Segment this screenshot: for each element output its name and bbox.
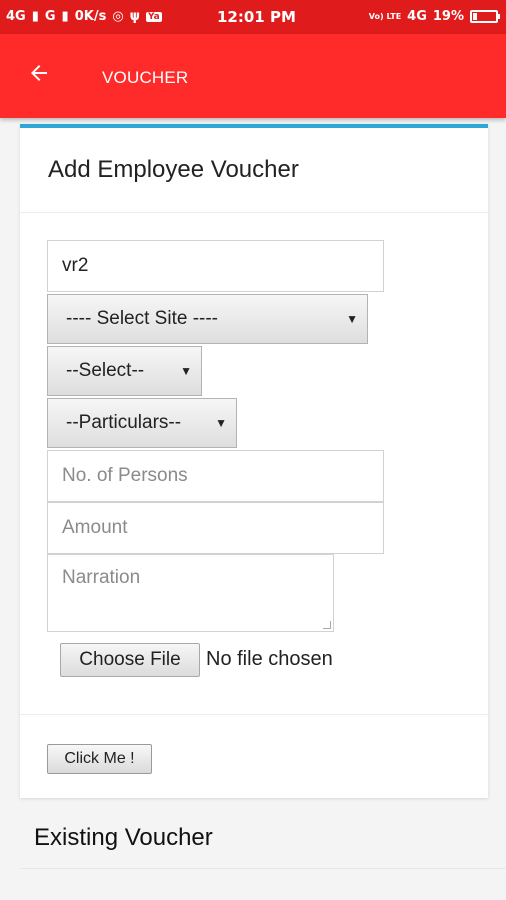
narration-textarea[interactable]: Narration	[47, 554, 334, 632]
type-select-label: --Select--	[66, 360, 145, 381]
battery-icon	[470, 10, 500, 23]
resize-handle-icon[interactable]	[323, 621, 331, 629]
signal-icon-2: ▮	[61, 9, 69, 24]
choose-file-button[interactable]: Choose File	[60, 643, 200, 677]
app-title: VOUCHER	[102, 68, 189, 87]
signal-icon: ▮	[31, 9, 39, 24]
divider	[20, 212, 488, 213]
app-notification-icon: Ya	[145, 11, 162, 22]
dropdown-arrow-icon: ▼	[346, 312, 358, 326]
voucher-number-input[interactable]: vr2	[47, 240, 384, 292]
file-status-text: No file chosen	[206, 648, 333, 670]
data-speed: 0K/s	[74, 9, 107, 24]
type-select[interactable]: --Select-- ▼	[47, 346, 202, 396]
volte-icon: Vo) LTE	[368, 12, 402, 21]
submit-button[interactable]: Click Me !	[47, 744, 152, 774]
site-select-label: ---- Select Site ----	[66, 308, 218, 329]
dropdown-arrow-icon: ▼	[180, 364, 192, 378]
back-button[interactable]	[22, 56, 56, 90]
particulars-select[interactable]: --Particulars-- ▼	[47, 398, 237, 448]
divider	[20, 868, 506, 869]
arrow-left-icon	[31, 65, 47, 81]
amount-input[interactable]: Amount	[47, 502, 384, 554]
add-voucher-card: Add Employee Voucher vr2 ---- Select Sit…	[20, 124, 488, 798]
clock: 12:01 PM	[217, 8, 296, 26]
battery-percent: 19%	[432, 9, 464, 24]
signal-indicator-2: G	[44, 9, 56, 24]
persons-input[interactable]: No. of Persons	[47, 450, 384, 502]
status-bar: 4G ▮ G ▮ 0K/s ◎ ψ Ya 12:01 PM Vo) LTE 4G…	[0, 0, 506, 34]
whatsapp-icon: ◎	[112, 9, 124, 24]
signal-indicator-1: 4G	[6, 9, 26, 24]
existing-voucher-title: Existing Voucher	[34, 824, 213, 851]
app-bar: VOUCHER	[0, 34, 506, 118]
usb-icon: ψ	[129, 9, 140, 24]
site-select[interactable]: ---- Select Site ---- ▼	[47, 294, 368, 344]
divider	[20, 714, 488, 715]
dropdown-arrow-icon: ▼	[215, 416, 227, 430]
card-title: Add Employee Voucher	[48, 156, 299, 183]
network-type: 4G	[407, 9, 427, 24]
particulars-select-label: --Particulars--	[66, 412, 182, 433]
narration-placeholder: Narration	[62, 567, 141, 588]
